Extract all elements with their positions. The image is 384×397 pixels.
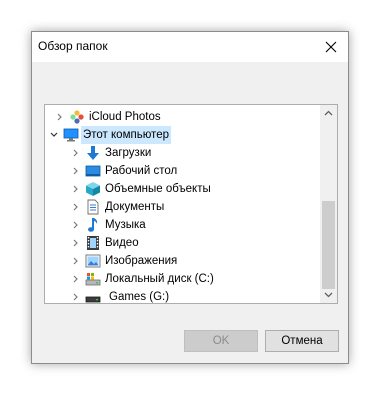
desktop-icon [85, 165, 101, 177]
chevron-right-icon[interactable] [55, 108, 65, 126]
vertical-scrollbar[interactable] [320, 105, 337, 303]
chevron-right-icon[interactable] [71, 162, 81, 180]
documents-icon [87, 199, 99, 215]
browse-folder-dialog: Обзор папок iCloud Photos Этот компьютер… [31, 31, 349, 364]
tree-item-label: Документы [105, 201, 165, 213]
tree-item-games-g[interactable]: Games (G:) [45, 288, 321, 304]
tree-item-downloads[interactable]: Загрузки [45, 144, 321, 162]
tree-item-label: Games (G:) [109, 291, 170, 303]
cancel-button[interactable]: Отмена [265, 330, 339, 352]
chevron-right-icon[interactable] [71, 144, 81, 162]
tree-item-label: Загрузки [105, 147, 152, 159]
tree-item-label: Локальный диск (C:) [105, 273, 214, 285]
close-icon[interactable] [320, 36, 342, 58]
chevron-right-icon[interactable] [71, 234, 81, 252]
tree-item-label: Музыка [105, 219, 146, 231]
scrollbar-thumb[interactable] [322, 201, 335, 289]
pictures-icon [85, 254, 101, 268]
tree-item-local-disk-c[interactable]: Локальный диск (C:) [45, 270, 321, 288]
3d-objects-icon [86, 182, 100, 196]
title-bar: Обзор папок [32, 32, 348, 62]
scroll-up-icon[interactable] [320, 105, 337, 122]
video-icon [87, 236, 99, 250]
tree-item-label: Изображения [105, 255, 178, 267]
chevron-right-icon[interactable] [71, 252, 81, 270]
folder-tree[interactable]: iCloud Photos Этот компьютер Загрузки Ра… [44, 104, 338, 304]
scroll-down-icon[interactable] [320, 286, 337, 303]
ok-button[interactable]: OK [184, 330, 258, 352]
tree-item-label: Рабочий стол [105, 165, 178, 177]
chevron-right-icon[interactable] [71, 288, 81, 304]
tree-item-label: Видео [105, 237, 139, 249]
chevron-right-icon[interactable] [71, 180, 81, 198]
chevron-right-icon[interactable] [71, 270, 81, 288]
tree-item-this-pc[interactable]: Этот компьютер [45, 126, 321, 144]
tree-item-label: Этот компьютер [81, 126, 171, 144]
tree-item-video[interactable]: Видео [45, 234, 321, 252]
downloads-icon [87, 146, 99, 160]
music-icon [88, 218, 98, 232]
tree-item-label: iCloud Photos [89, 111, 161, 123]
tree-item-label: Объемные объекты [105, 183, 211, 195]
icloud-photos-icon [70, 110, 84, 124]
tree-item-documents[interactable]: Документы [45, 198, 321, 216]
drive-icon [85, 296, 101, 303]
tree-item-icloud-photos[interactable]: iCloud Photos [45, 108, 321, 126]
tree-item-3d-objects[interactable]: Объемные объекты [45, 180, 321, 198]
tree-item-pictures[interactable]: Изображения [45, 252, 321, 270]
chevron-down-icon[interactable] [49, 126, 59, 144]
computer-icon [63, 128, 79, 142]
chevron-right-icon[interactable] [71, 216, 81, 234]
tree-item-desktop[interactable]: Рабочий стол [45, 162, 321, 180]
local-disk-icon [85, 273, 101, 286]
tree-item-music[interactable]: Музыка [45, 216, 321, 234]
chevron-right-icon[interactable] [71, 198, 81, 216]
dialog-title: Обзор папок [38, 39, 108, 53]
